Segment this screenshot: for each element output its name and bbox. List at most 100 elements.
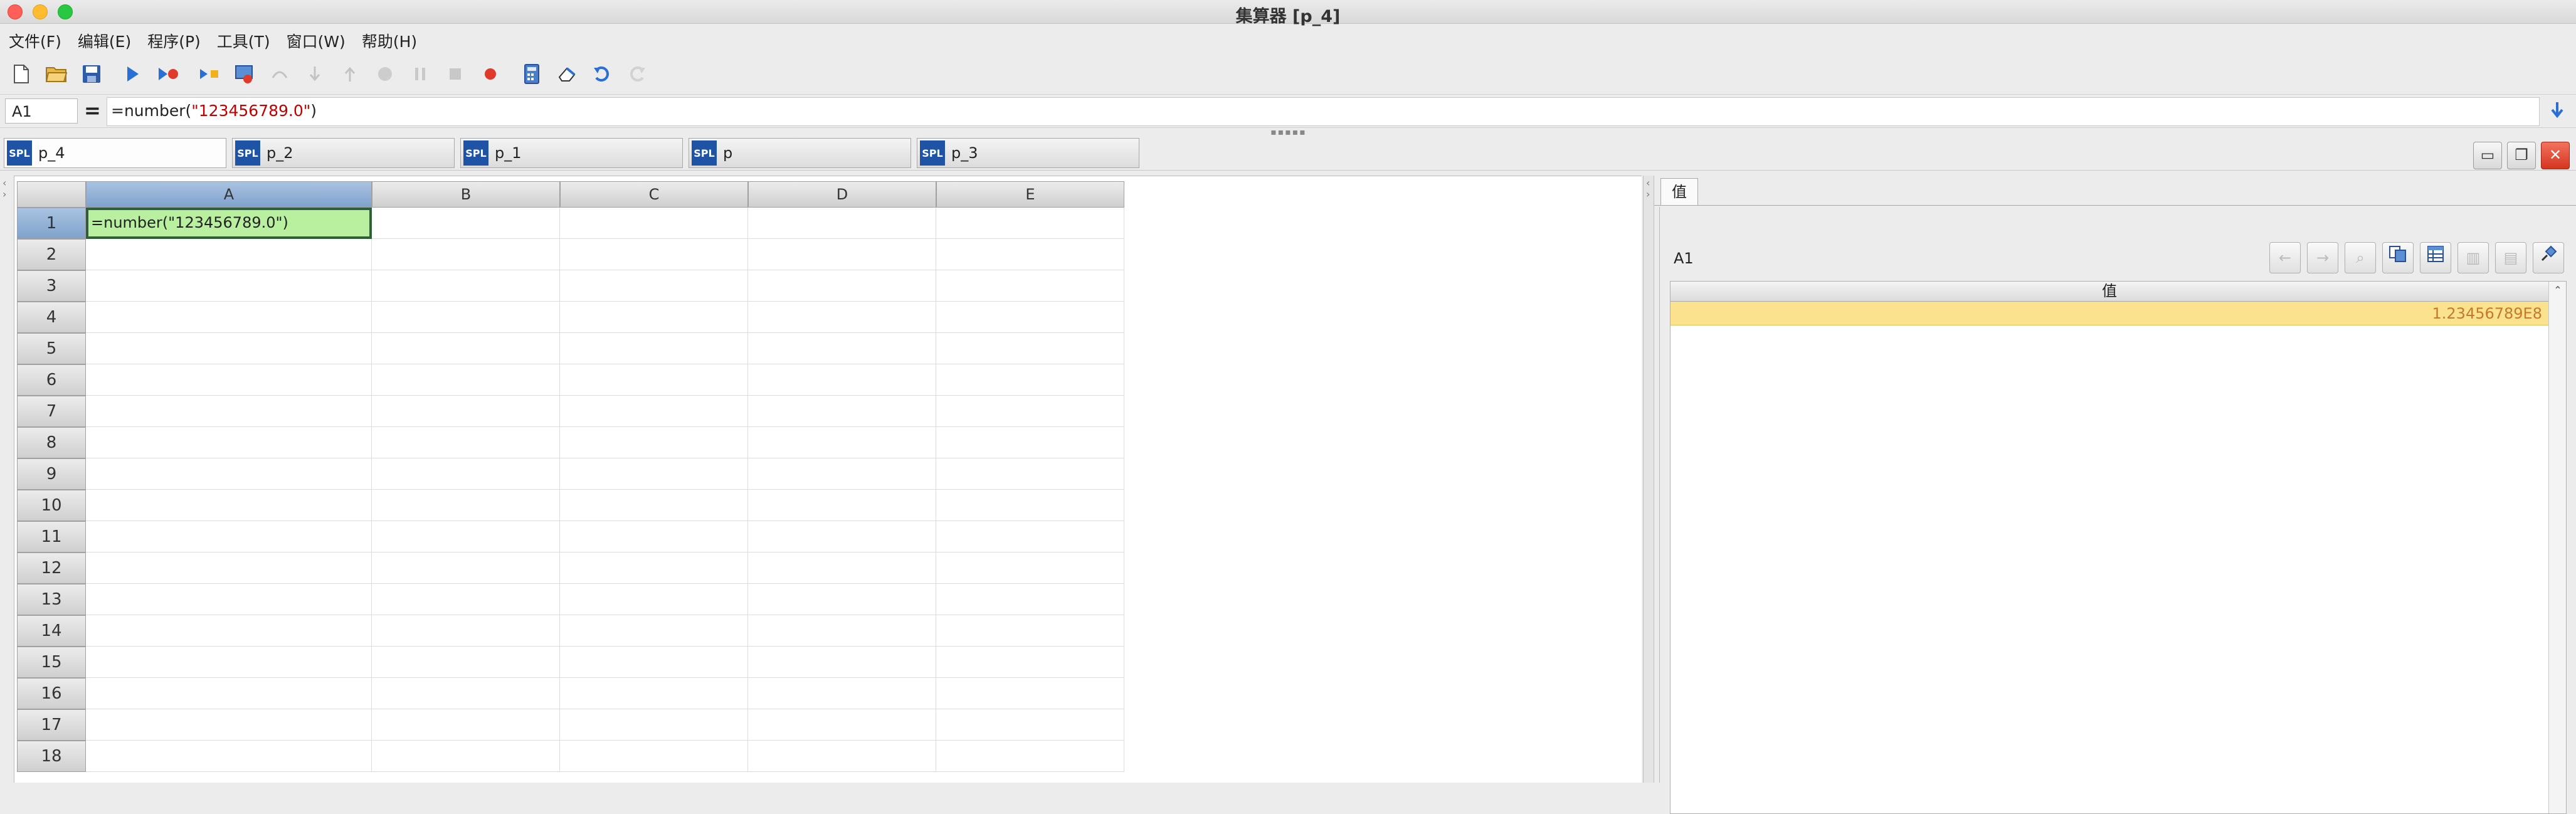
cell-b17[interactable] [372, 709, 560, 741]
cell-b9[interactable] [372, 458, 560, 490]
cell-d6[interactable] [748, 364, 936, 396]
cell-e14[interactable] [936, 615, 1124, 647]
cell-b1[interactable] [372, 208, 560, 239]
cell-d3[interactable] [748, 270, 936, 302]
cell-d15[interactable] [748, 647, 936, 678]
cell-e4[interactable] [936, 302, 1124, 333]
export-icon[interactable]: ▤ [2495, 242, 2526, 273]
cell-b8[interactable] [372, 427, 560, 458]
row-header-18[interactable]: 18 [17, 741, 86, 772]
row-header-1[interactable]: 1 [17, 208, 86, 239]
cell-c17[interactable] [560, 709, 748, 741]
breakpoint-icon[interactable] [479, 63, 502, 85]
cell-c14[interactable] [560, 615, 748, 647]
cell-d1[interactable] [748, 208, 936, 239]
cell-d7[interactable] [748, 396, 936, 427]
expand-formula-icon[interactable] [2546, 101, 2568, 124]
formula-input[interactable]: =number("123456789.0") [107, 97, 2540, 126]
expand-left-arrow-icon[interactable]: › [3, 188, 6, 200]
panel-splitter[interactable]: ‹ › [1643, 176, 1654, 783]
cell-c13[interactable] [560, 584, 748, 615]
cell-c7[interactable] [560, 396, 748, 427]
column-header-b[interactable]: B [372, 181, 560, 208]
cell-a4[interactable] [86, 302, 372, 333]
cell-c9[interactable] [560, 458, 748, 490]
cell-c8[interactable] [560, 427, 748, 458]
cell-e5[interactable] [936, 333, 1124, 364]
cell-d10[interactable] [748, 490, 936, 521]
collapse-right-arrow-icon[interactable]: ‹ [1646, 177, 1650, 189]
row-header-17[interactable]: 17 [17, 709, 86, 741]
value-row[interactable]: 1.23456789E8 [1671, 302, 2548, 325]
cell-a2[interactable] [86, 239, 372, 270]
drag-handle-icon[interactable]: ▪▪▪▪▪ [1267, 128, 1311, 137]
menu-program[interactable]: 程序(P) [147, 29, 201, 52]
step-out-icon[interactable] [339, 63, 361, 85]
cell-a3[interactable] [86, 270, 372, 302]
cell-c12[interactable] [560, 552, 748, 584]
cell-a9[interactable] [86, 458, 372, 490]
collapse-left-arrow-icon[interactable]: ‹ [3, 177, 6, 189]
cell-e8[interactable] [936, 427, 1124, 458]
cell-d13[interactable] [748, 584, 936, 615]
cell-b15[interactable] [372, 647, 560, 678]
cell-a6[interactable] [86, 364, 372, 396]
cell-d17[interactable] [748, 709, 936, 741]
menu-window[interactable]: 窗口(W) [287, 29, 346, 52]
step-into-icon[interactable] [304, 63, 326, 85]
tab-p-1[interactable]: SPL p_1 [460, 138, 683, 168]
grid-corner[interactable] [17, 181, 86, 208]
tab-p-3[interactable]: SPL p_3 [917, 138, 1139, 168]
menu-edit[interactable]: 编辑(E) [78, 29, 131, 52]
menu-tools[interactable]: 工具(T) [217, 29, 270, 52]
cell-b3[interactable] [372, 270, 560, 302]
cell-e7[interactable] [936, 396, 1124, 427]
cell-e11[interactable] [936, 521, 1124, 552]
cell-b14[interactable] [372, 615, 560, 647]
cell-e9[interactable] [936, 458, 1124, 490]
value-scrollbar[interactable]: ⌃ [2548, 282, 2566, 813]
cell-d8[interactable] [748, 427, 936, 458]
zoom-icon[interactable]: ⌕ [2345, 242, 2376, 273]
row-header-7[interactable]: 7 [17, 396, 86, 427]
scroll-up-arrow-icon[interactable]: ⌃ [2549, 282, 2567, 299]
cell-a15[interactable] [86, 647, 372, 678]
cell-e18[interactable] [936, 741, 1124, 772]
cell-a5[interactable] [86, 333, 372, 364]
tab-p[interactable]: SPL p [689, 138, 911, 168]
row-header-8[interactable]: 8 [17, 427, 86, 458]
row-header-15[interactable]: 15 [17, 647, 86, 678]
cell-a18[interactable] [86, 741, 372, 772]
cell-e12[interactable] [936, 552, 1124, 584]
row-header-10[interactable]: 10 [17, 490, 86, 521]
row-header-14[interactable]: 14 [17, 615, 86, 647]
column-header-a[interactable]: A [86, 181, 372, 208]
row-header-5[interactable]: 5 [17, 333, 86, 364]
pin-icon[interactable] [2533, 242, 2564, 273]
minimize-panel-icon[interactable]: ▭ [2473, 142, 2502, 169]
row-header-11[interactable]: 11 [17, 521, 86, 552]
columns-icon[interactable]: ▥ [2457, 242, 2489, 273]
step-icon[interactable] [198, 63, 221, 85]
cell-c5[interactable] [560, 333, 748, 364]
clear-icon[interactable] [556, 63, 578, 85]
tab-p-2[interactable]: SPL p_2 [232, 138, 455, 168]
cell-a16[interactable] [86, 678, 372, 709]
expand-right-arrow-icon[interactable]: › [1646, 188, 1650, 200]
undo-icon[interactable] [591, 63, 613, 85]
step-over-icon[interactable] [268, 63, 291, 85]
debug-icon[interactable] [157, 63, 179, 85]
open-folder-icon[interactable] [45, 63, 68, 85]
redo-icon[interactable] [626, 63, 648, 85]
new-file-icon[interactable] [10, 63, 33, 85]
calculator-icon[interactable] [520, 63, 543, 85]
cell-b10[interactable] [372, 490, 560, 521]
cell-c6[interactable] [560, 364, 748, 396]
cell-a8[interactable] [86, 427, 372, 458]
menu-file[interactable]: 文件(F) [9, 29, 61, 52]
cell-b12[interactable] [372, 552, 560, 584]
row-header-12[interactable]: 12 [17, 552, 86, 584]
cell-c3[interactable] [560, 270, 748, 302]
cell-b2[interactable] [372, 239, 560, 270]
cell-c16[interactable] [560, 678, 748, 709]
